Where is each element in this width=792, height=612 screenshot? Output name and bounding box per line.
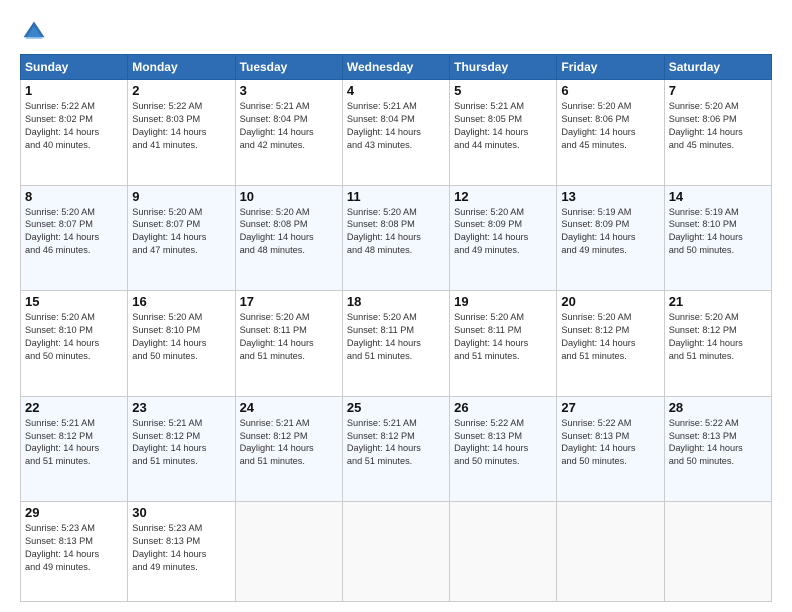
logo-icon [20, 18, 48, 46]
table-row: 2 Sunrise: 5:22 AMSunset: 8:03 PMDayligh… [128, 80, 235, 186]
table-row: 8 Sunrise: 5:20 AMSunset: 8:07 PMDayligh… [21, 185, 128, 291]
col-tuesday: Tuesday [235, 55, 342, 80]
table-row: 15 Sunrise: 5:20 AMSunset: 8:10 PMDaylig… [21, 291, 128, 397]
table-row: 13 Sunrise: 5:19 AMSunset: 8:09 PMDaylig… [557, 185, 664, 291]
table-row: 16 Sunrise: 5:20 AMSunset: 8:10 PMDaylig… [128, 291, 235, 397]
table-row: 1 Sunrise: 5:22 AMSunset: 8:02 PMDayligh… [21, 80, 128, 186]
col-saturday: Saturday [664, 55, 771, 80]
table-row: 10 Sunrise: 5:20 AMSunset: 8:08 PMDaylig… [235, 185, 342, 291]
table-row: 7 Sunrise: 5:20 AMSunset: 8:06 PMDayligh… [664, 80, 771, 186]
page: Sunday Monday Tuesday Wednesday Thursday… [0, 0, 792, 612]
table-row: 27 Sunrise: 5:22 AMSunset: 8:13 PMDaylig… [557, 396, 664, 502]
calendar-week-row: 22 Sunrise: 5:21 AMSunset: 8:12 PMDaylig… [21, 396, 772, 502]
empty-cell [664, 502, 771, 602]
table-row: 24 Sunrise: 5:21 AMSunset: 8:12 PMDaylig… [235, 396, 342, 502]
table-row: 14 Sunrise: 5:19 AMSunset: 8:10 PMDaylig… [664, 185, 771, 291]
empty-cell [450, 502, 557, 602]
table-row: 19 Sunrise: 5:20 AMSunset: 8:11 PMDaylig… [450, 291, 557, 397]
table-row: 21 Sunrise: 5:20 AMSunset: 8:12 PMDaylig… [664, 291, 771, 397]
table-row: 4 Sunrise: 5:21 AMSunset: 8:04 PMDayligh… [342, 80, 449, 186]
col-sunday: Sunday [21, 55, 128, 80]
table-row: 29 Sunrise: 5:23 AMSunset: 8:13 PMDaylig… [21, 502, 128, 602]
table-row: 6 Sunrise: 5:20 AMSunset: 8:06 PMDayligh… [557, 80, 664, 186]
table-row: 25 Sunrise: 5:21 AMSunset: 8:12 PMDaylig… [342, 396, 449, 502]
table-row: 17 Sunrise: 5:20 AMSunset: 8:11 PMDaylig… [235, 291, 342, 397]
calendar-week-row: 15 Sunrise: 5:20 AMSunset: 8:10 PMDaylig… [21, 291, 772, 397]
table-row: 30 Sunrise: 5:23 AMSunset: 8:13 PMDaylig… [128, 502, 235, 602]
header [20, 18, 772, 46]
calendar-week-row: 29 Sunrise: 5:23 AMSunset: 8:13 PMDaylig… [21, 502, 772, 602]
col-wednesday: Wednesday [342, 55, 449, 80]
table-row: 22 Sunrise: 5:21 AMSunset: 8:12 PMDaylig… [21, 396, 128, 502]
table-row: 12 Sunrise: 5:20 AMSunset: 8:09 PMDaylig… [450, 185, 557, 291]
table-row: 5 Sunrise: 5:21 AMSunset: 8:05 PMDayligh… [450, 80, 557, 186]
table-row: 9 Sunrise: 5:20 AMSunset: 8:07 PMDayligh… [128, 185, 235, 291]
header-row: Sunday Monday Tuesday Wednesday Thursday… [21, 55, 772, 80]
logo [20, 18, 52, 46]
calendar-week-row: 1 Sunrise: 5:22 AMSunset: 8:02 PMDayligh… [21, 80, 772, 186]
empty-cell [342, 502, 449, 602]
table-row: 26 Sunrise: 5:22 AMSunset: 8:13 PMDaylig… [450, 396, 557, 502]
col-monday: Monday [128, 55, 235, 80]
table-row: 18 Sunrise: 5:20 AMSunset: 8:11 PMDaylig… [342, 291, 449, 397]
table-row: 28 Sunrise: 5:22 AMSunset: 8:13 PMDaylig… [664, 396, 771, 502]
table-row: 20 Sunrise: 5:20 AMSunset: 8:12 PMDaylig… [557, 291, 664, 397]
col-thursday: Thursday [450, 55, 557, 80]
calendar-week-row: 8 Sunrise: 5:20 AMSunset: 8:07 PMDayligh… [21, 185, 772, 291]
col-friday: Friday [557, 55, 664, 80]
empty-cell [235, 502, 342, 602]
table-row: 11 Sunrise: 5:20 AMSunset: 8:08 PMDaylig… [342, 185, 449, 291]
table-row: 23 Sunrise: 5:21 AMSunset: 8:12 PMDaylig… [128, 396, 235, 502]
empty-cell [557, 502, 664, 602]
calendar-table: Sunday Monday Tuesday Wednesday Thursday… [20, 54, 772, 602]
table-row: 3 Sunrise: 5:21 AMSunset: 8:04 PMDayligh… [235, 80, 342, 186]
